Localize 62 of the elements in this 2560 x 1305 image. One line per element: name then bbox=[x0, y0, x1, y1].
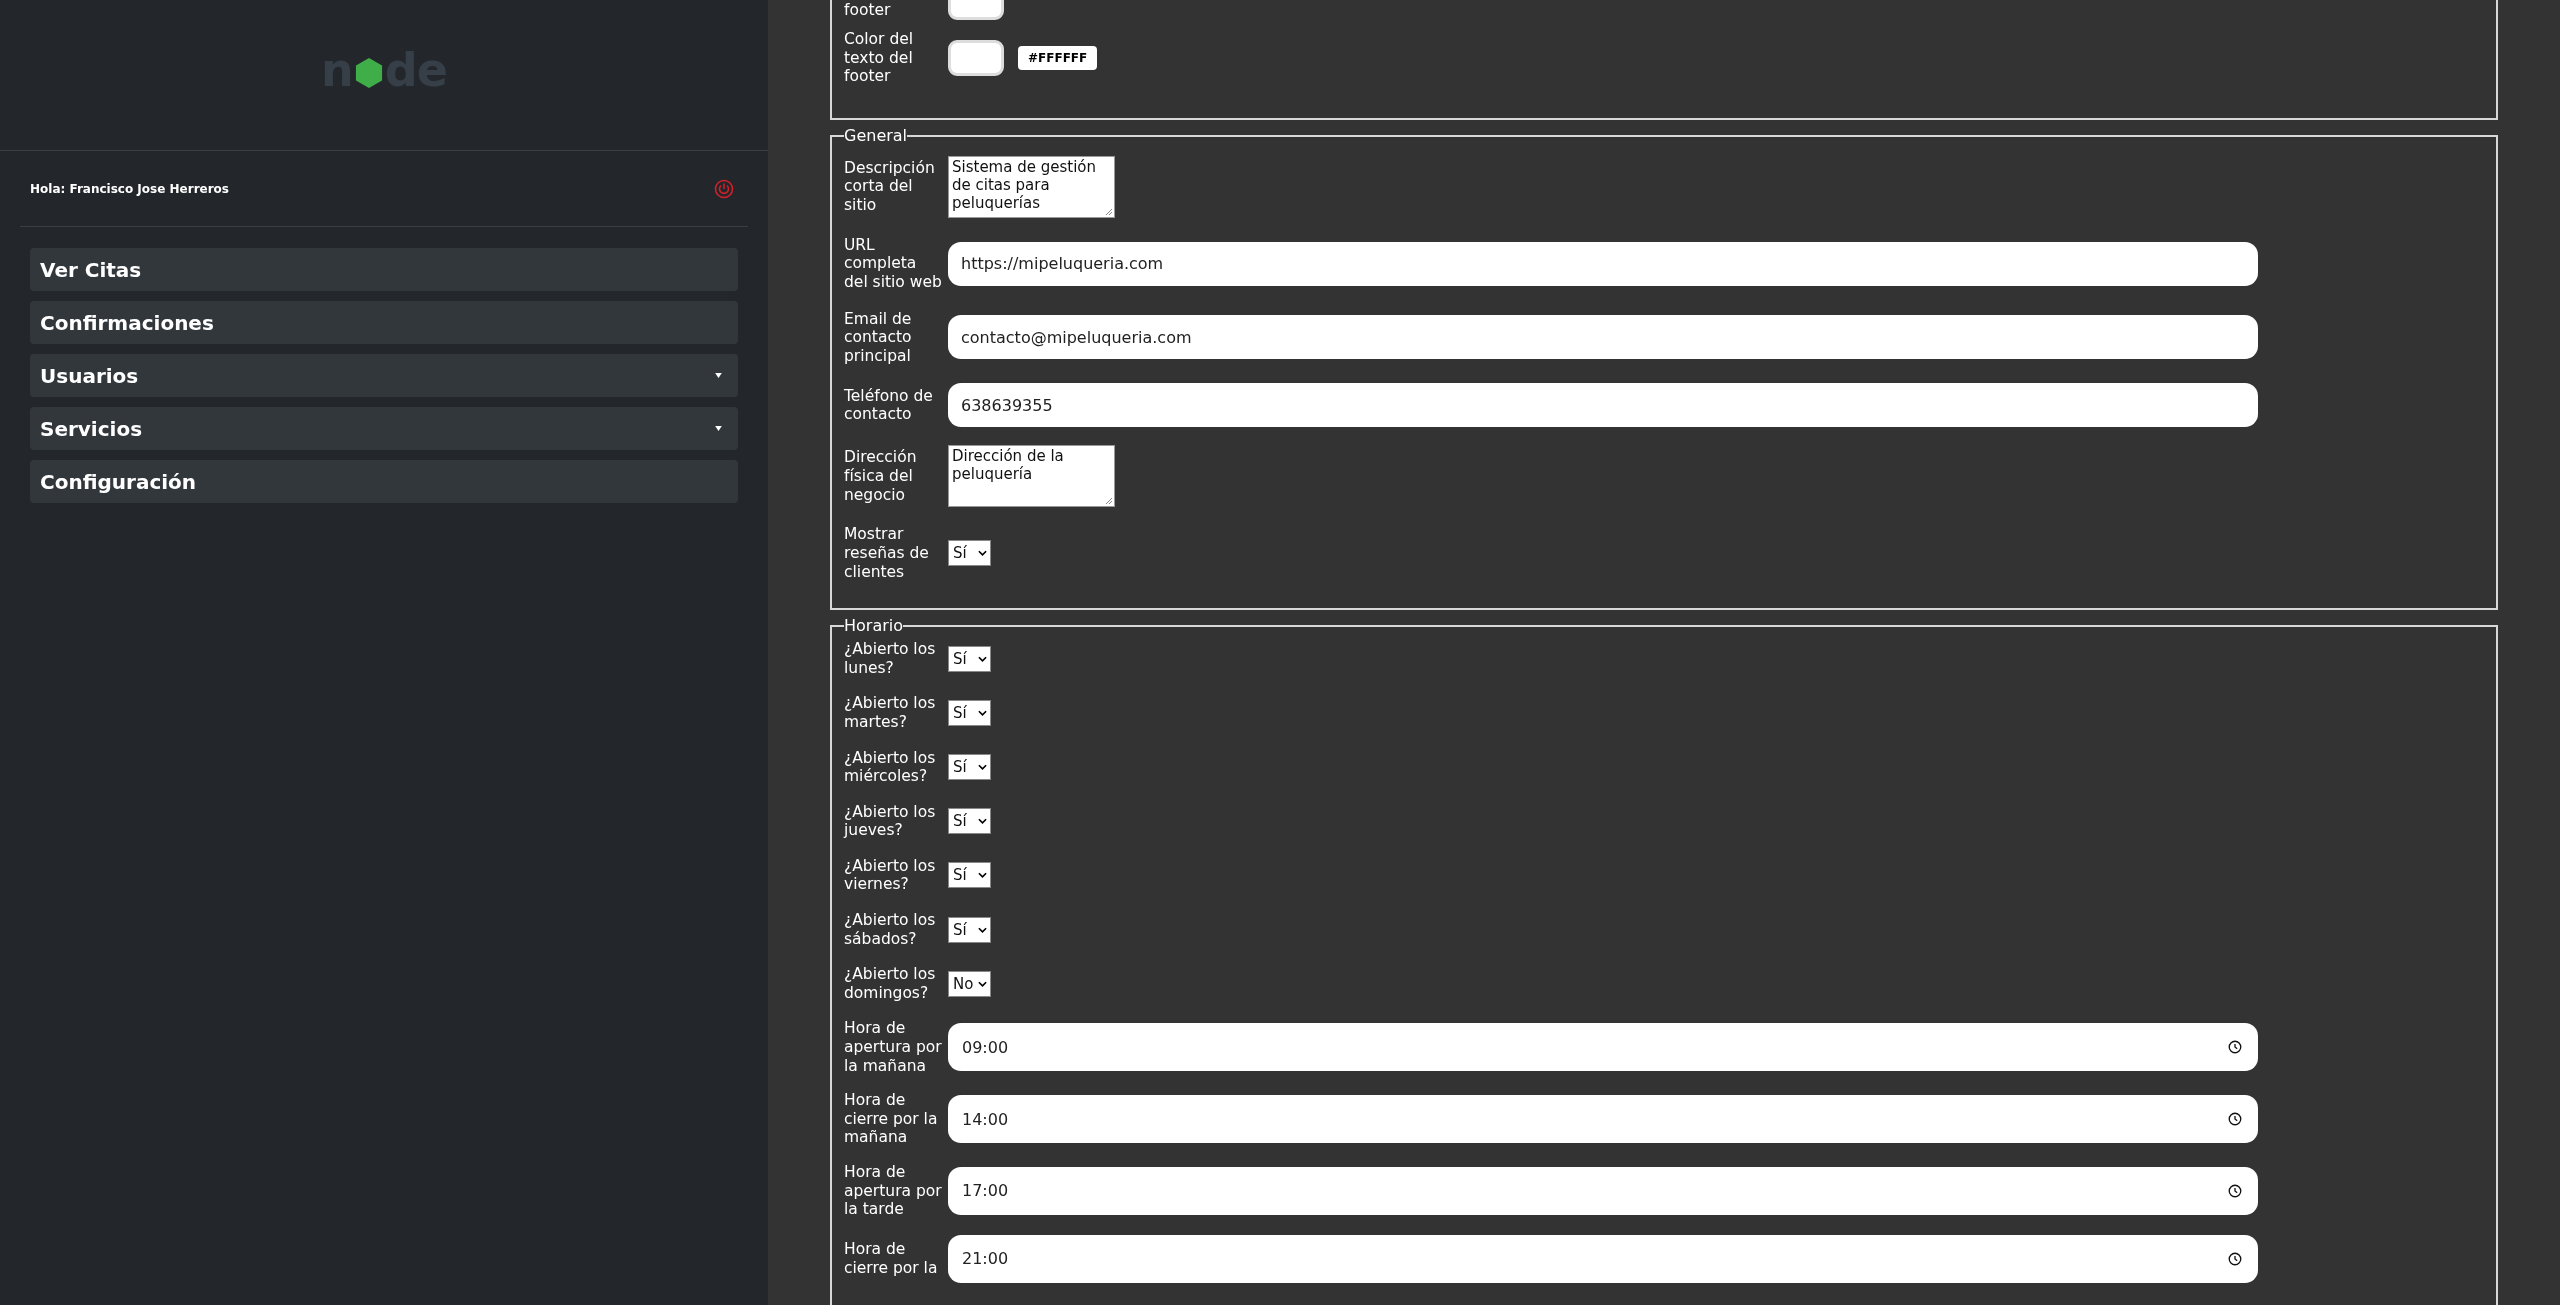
text-field[interactable]: 638639355 bbox=[948, 383, 2258, 428]
field-label: Hora de apertura por la tarde bbox=[844, 1163, 943, 1219]
chevron-down-icon bbox=[978, 764, 987, 771]
select-field[interactable]: Sí bbox=[948, 645, 991, 672]
resize-grip-icon[interactable] bbox=[1105, 497, 1113, 506]
menu-item[interactable]: Confirmaciones bbox=[30, 301, 738, 344]
chevron-down-icon bbox=[978, 550, 987, 557]
chevron-down-icon bbox=[978, 709, 987, 716]
select-field[interactable]: Sí bbox=[948, 862, 991, 889]
color-swatch[interactable] bbox=[948, 39, 1004, 76]
power-icon[interactable] bbox=[714, 178, 734, 199]
field-label: Color del texto del footer bbox=[844, 30, 915, 86]
field-label: URL completa del sitio web bbox=[844, 235, 943, 292]
field-label: Hora de cierre por la bbox=[844, 1240, 939, 1278]
field-label: ¿Abierto los sábados? bbox=[844, 911, 937, 949]
field-label: ¿Abierto los lunes? bbox=[844, 640, 937, 678]
menu-item[interactable]: Servicios bbox=[30, 407, 738, 450]
field-label: ¿Abierto los martes? bbox=[844, 694, 937, 732]
menu-item[interactable]: Ver Citas bbox=[30, 248, 738, 291]
field-label: Descripción corta del sitio bbox=[844, 158, 936, 215]
select-field[interactable]: Sí bbox=[948, 808, 991, 835]
select-field[interactable]: No bbox=[948, 970, 991, 997]
menu-item[interactable]: Configuración bbox=[30, 460, 738, 503]
field-label: footer bbox=[844, 1, 892, 20]
text-area[interactable]: Dirección de la peluquería bbox=[948, 445, 1115, 508]
time-field[interactable]: 14:00 bbox=[948, 1095, 2258, 1144]
chevron-down-icon bbox=[978, 980, 987, 987]
field-label: Email de contacto principal bbox=[844, 309, 913, 366]
text-area[interactable]: Sistema de gestión de citas para peluquerías bbox=[948, 155, 1115, 218]
section-legend: General bbox=[844, 127, 908, 144]
user-greeting: Hola: Francisco Jose Herreros bbox=[30, 181, 229, 196]
time-field[interactable]: 17:00 bbox=[948, 1166, 2258, 1215]
clock-icon[interactable] bbox=[2228, 1040, 2242, 1055]
chevron-down-icon bbox=[978, 872, 987, 879]
chevron-down-icon bbox=[978, 818, 987, 825]
field-label: Hora de cierre por la mañana bbox=[844, 1091, 939, 1147]
time-field[interactable]: 09:00 bbox=[948, 1023, 2258, 1072]
hexagon-icon bbox=[354, 57, 383, 89]
select-field[interactable]: Sí bbox=[948, 540, 991, 567]
field-label: ¿Abierto los viernes? bbox=[844, 856, 937, 895]
time-field[interactable]: 21:00 bbox=[948, 1234, 2258, 1283]
field-label: ¿Abierto los domingos? bbox=[844, 965, 937, 1003]
field-label: Teléfono de contacto bbox=[844, 386, 934, 424]
chevron-down-icon bbox=[978, 655, 987, 662]
clock-icon[interactable] bbox=[2228, 1183, 2242, 1198]
field-label: ¿Abierto los jueves? bbox=[844, 802, 937, 840]
clock-icon[interactable] bbox=[2228, 1112, 2242, 1127]
field-label: ¿Abierto los miércoles? bbox=[844, 748, 937, 786]
text-field[interactable]: contacto@mipeluqueria.com bbox=[948, 315, 2258, 360]
select-field[interactable]: Sí bbox=[948, 699, 991, 726]
select-field[interactable]: Sí bbox=[948, 916, 991, 943]
field-label: Mostrar reseñas de clientes bbox=[844, 525, 930, 582]
color-code: #FFFFFF bbox=[1018, 45, 1098, 70]
select-field[interactable]: Sí bbox=[948, 754, 991, 781]
resize-grip-icon[interactable] bbox=[1105, 207, 1113, 216]
text-field[interactable]: https://mipeluqueria.com bbox=[948, 241, 2258, 286]
field-label: Dirección física del negocio bbox=[844, 448, 918, 505]
chevron-down-icon bbox=[978, 926, 987, 933]
clock-icon[interactable] bbox=[2228, 1251, 2242, 1266]
menu-item[interactable]: Usuarios bbox=[30, 354, 738, 397]
field-label: Hora de apertura por la mañana bbox=[844, 1019, 943, 1076]
section-legend: Horario bbox=[844, 618, 903, 635]
